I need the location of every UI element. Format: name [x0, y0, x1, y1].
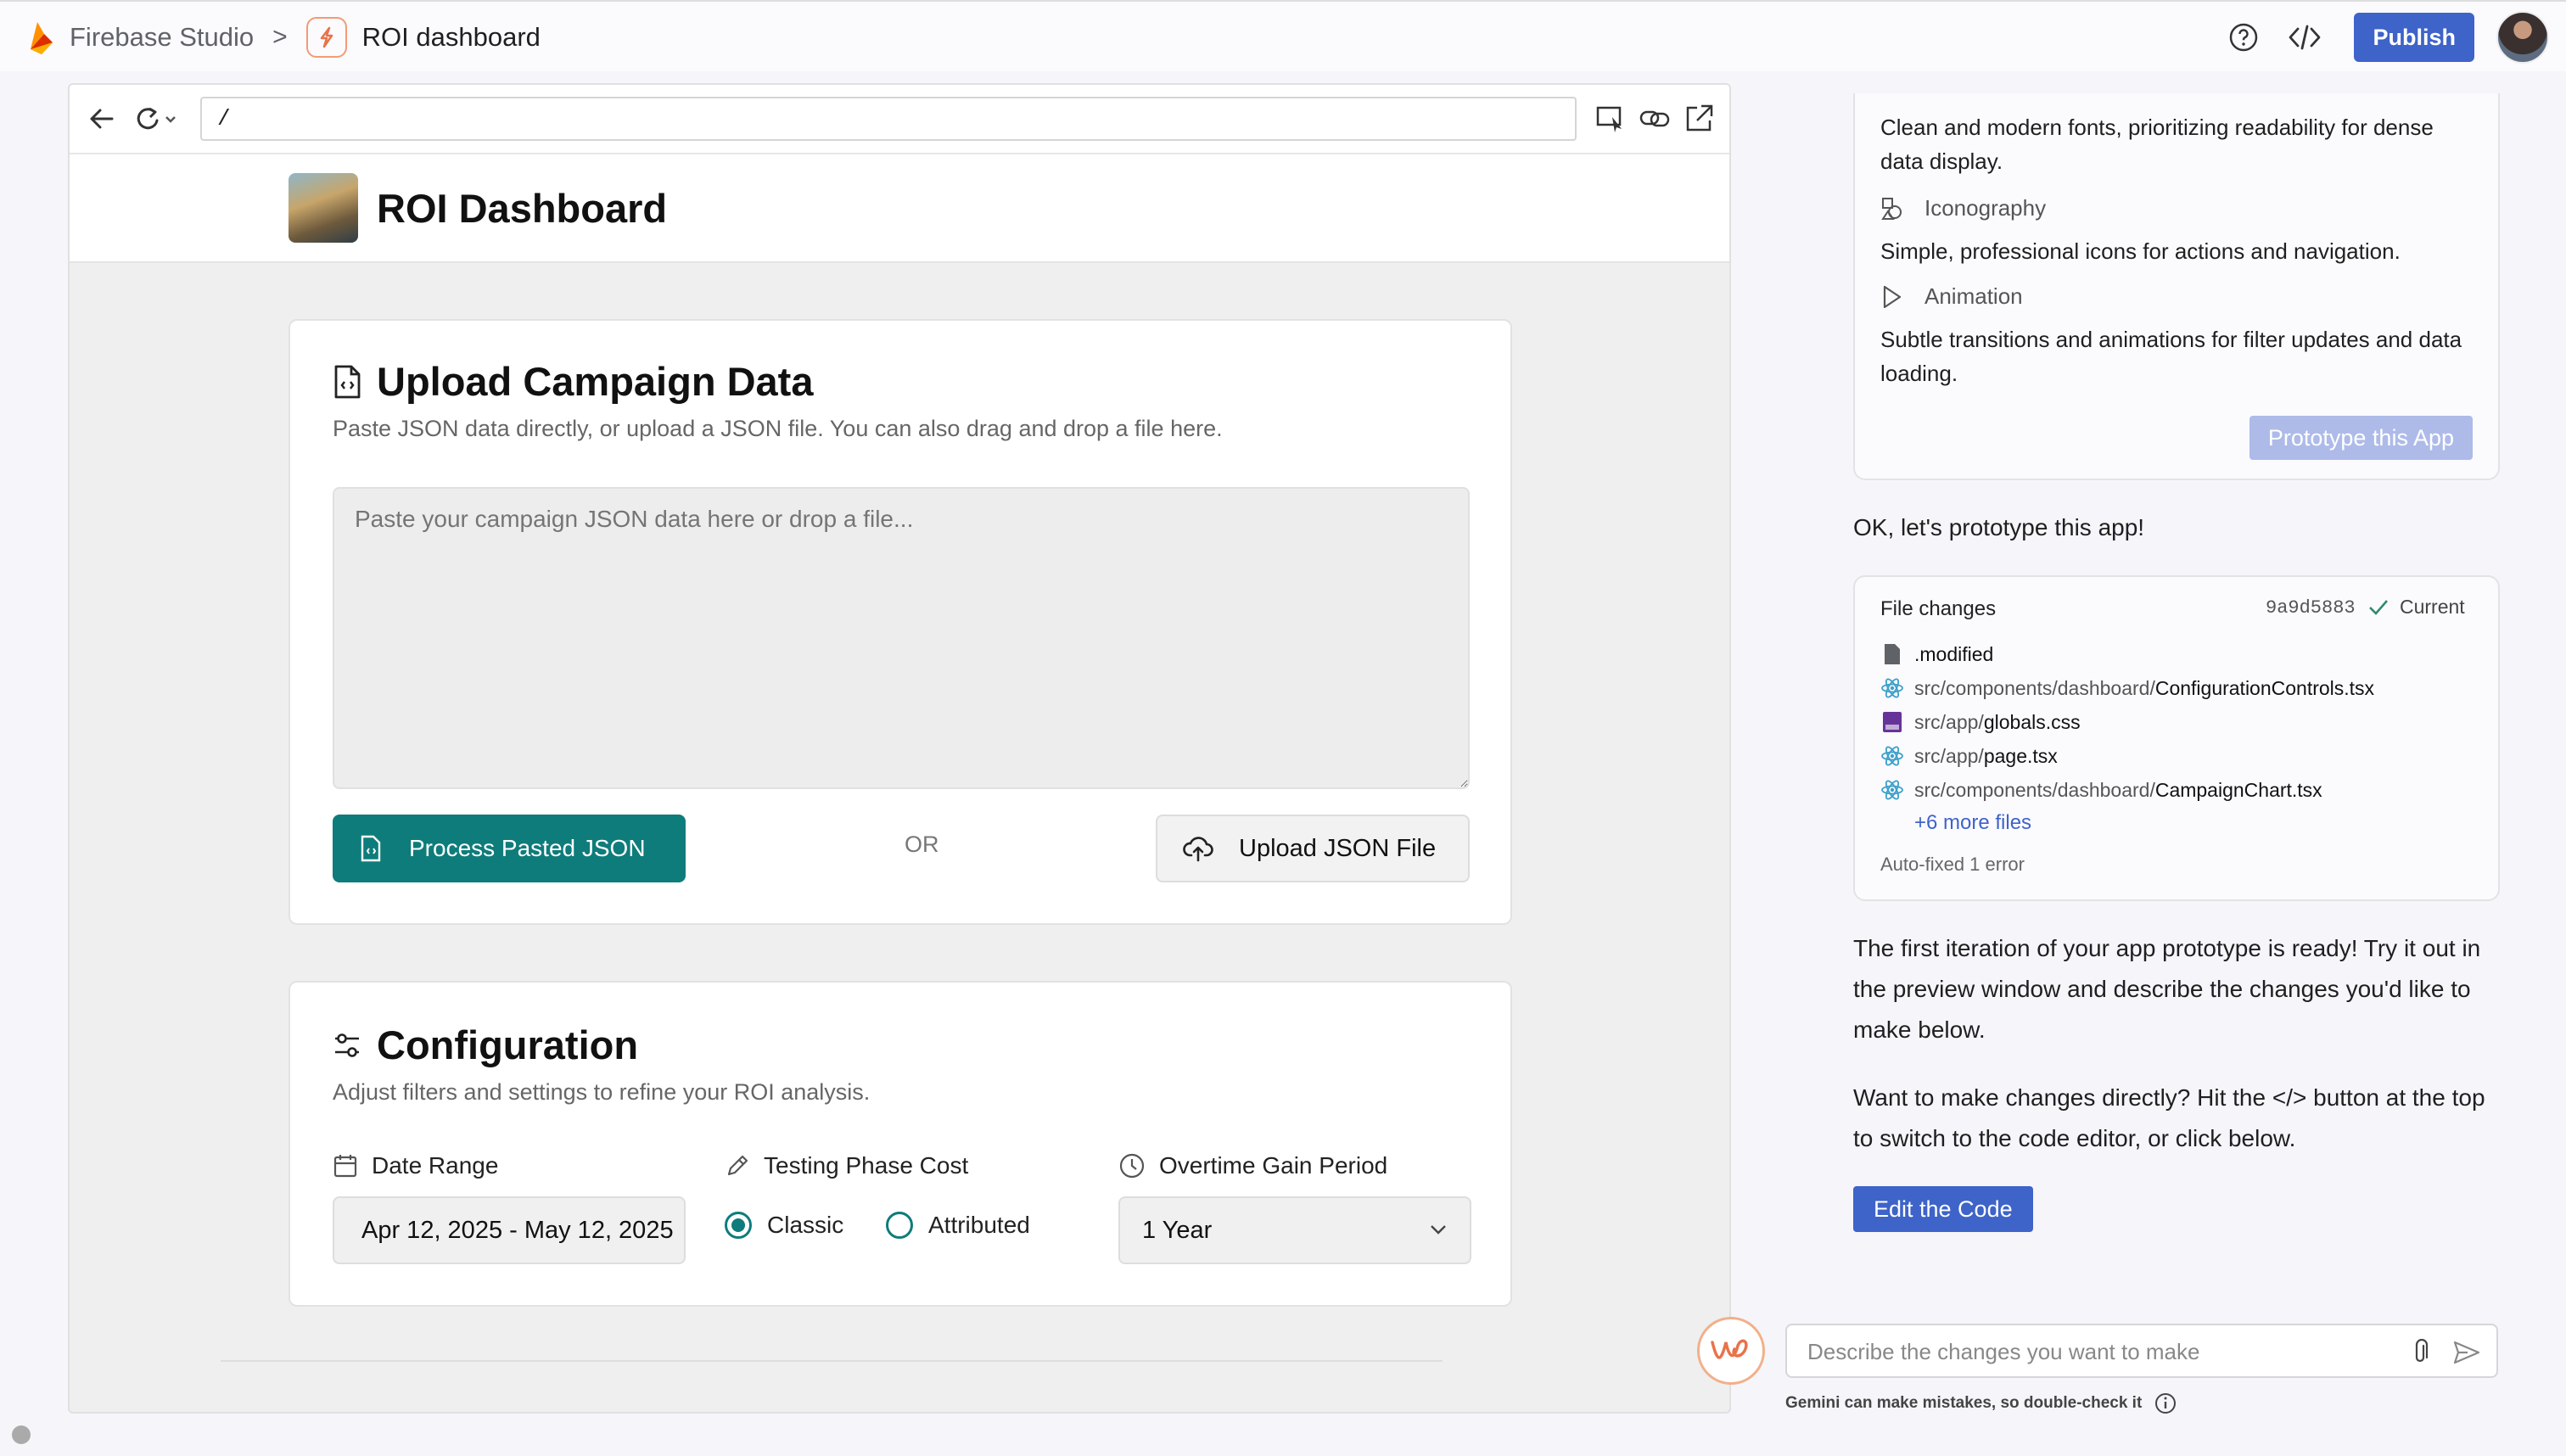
reload-icon[interactable]	[131, 102, 182, 136]
top-bar: Firebase Studio > ROI dashboard Publish	[0, 0, 2566, 71]
code-symbol: </>	[2272, 1084, 2307, 1111]
configuration-card: Configuration Adjust filters and setting…	[289, 981, 1512, 1307]
app-title: ROI Dashboard	[377, 186, 668, 231]
iconography-text: Simple, professional icons for actions a…	[1880, 238, 2401, 264]
code-editor-icon[interactable]	[2279, 12, 2330, 63]
chevron-down-icon	[1431, 1225, 1446, 1235]
project-icon	[305, 17, 347, 58]
upload-card-subtitle: Paste JSON data directly, or upload a JS…	[333, 416, 1223, 441]
url-input[interactable]: /	[200, 97, 1577, 141]
chat-message-ok: OK, let's prototype this app!	[1853, 514, 2145, 540]
react-icon	[1880, 676, 1904, 700]
help-icon[interactable]	[2218, 12, 2269, 63]
play-icon	[1883, 285, 1902, 308]
edit-code-button[interactable]: Edit the Code	[1853, 1186, 2033, 1232]
upload-json-button[interactable]: Upload JSON File	[1156, 815, 1470, 882]
pencil-icon	[727, 1155, 748, 1176]
app-header: ROI Dashboard	[70, 154, 1729, 263]
back-arrow-icon[interactable]	[85, 102, 119, 136]
chat-message-ready: The first iteration of your app prototyp…	[1853, 935, 2481, 1043]
breadcrumb: Firebase Studio > ROI dashboard	[25, 17, 541, 58]
preview-toolbar: /	[70, 85, 1729, 154]
status-indicator	[12, 1425, 31, 1444]
upload-card-title: Upload Campaign Data	[333, 358, 813, 405]
css-icon	[1880, 710, 1904, 734]
file-row[interactable]: src/components/dashboard/ConfigurationCo…	[1880, 674, 2374, 703]
date-range-picker[interactable]: Apr 12, 2025 - May 12, 2025	[333, 1196, 686, 1264]
clock-icon	[1119, 1153, 1145, 1179]
publish-button[interactable]: Publish	[2354, 13, 2474, 62]
commit-status: Current	[2367, 596, 2465, 619]
file-row[interactable]: src/components/dashboard/CampaignChart.t…	[1880, 776, 2322, 804]
iconography-heading: Iconography	[1880, 195, 2046, 221]
radio-classic-dot[interactable]	[725, 1212, 752, 1239]
info-icon[interactable]	[2154, 1392, 2177, 1415]
select-element-icon[interactable]	[1594, 102, 1628, 136]
gemini-avatar-icon	[1697, 1317, 1765, 1385]
json-textarea[interactable]	[333, 487, 1470, 789]
cloud-upload-icon	[1183, 837, 1213, 862]
file-row[interactable]: src/app/page.tsx	[1880, 742, 2058, 770]
react-icon	[1880, 778, 1904, 802]
configuration-card-title: Configuration	[333, 1022, 638, 1068]
app-name[interactable]: Firebase Studio	[70, 22, 254, 53]
attach-icon[interactable]	[2410, 1339, 2430, 1366]
file-row[interactable]: .modified	[1880, 640, 1993, 669]
prototype-app-button[interactable]: Prototype this App	[2249, 416, 2473, 460]
radio-classic[interactable]: Classic	[725, 1212, 843, 1239]
calendar-icon	[333, 1155, 357, 1178]
or-separator: OR	[905, 832, 939, 857]
more-files-link[interactable]: +6 more files	[1914, 811, 2031, 835]
file-row[interactable]: src/app/globals.css	[1880, 708, 2081, 736]
animation-text: Subtle transitions and animations for fi…	[1880, 327, 2462, 386]
open-external-icon[interactable]	[1682, 102, 1716, 136]
preview-panel: / ROI Dashboard Upload Campaign Data Pas…	[68, 83, 1731, 1414]
firebase-logo-icon	[31, 22, 53, 54]
app-logo	[289, 173, 358, 243]
file-code-icon	[334, 365, 361, 398]
check-icon	[2369, 599, 2388, 615]
testing-cost-label: Testing Phase Cost	[725, 1152, 968, 1179]
react-icon	[1880, 744, 1904, 768]
project-name[interactable]: ROI dashboard	[362, 22, 541, 53]
date-range-label: Date Range	[333, 1152, 498, 1179]
animation-heading: Animation	[1880, 283, 2023, 310]
overtime-period-select[interactable]: 1 Year	[1118, 1196, 1471, 1264]
blueprint-card: Clean and modern fonts, prioritizing rea…	[1853, 93, 2500, 480]
link-icon[interactable]	[1638, 102, 1672, 136]
divider	[221, 1360, 1443, 1362]
configuration-card-subtitle: Adjust filters and settings to refine yo…	[333, 1079, 871, 1105]
avatar[interactable]	[2496, 11, 2549, 64]
upload-card: Upload Campaign Data Paste JSON data dir…	[289, 319, 1512, 925]
file-code-icon	[361, 835, 381, 862]
breadcrumb-separator: >	[272, 23, 288, 51]
file-icon	[1880, 642, 1904, 666]
radio-attributed[interactable]: Attributed	[886, 1212, 1030, 1239]
sliders-icon	[335, 1033, 359, 1057]
file-changes-card: File changes 9a9d5883 Current .modified …	[1853, 575, 2500, 901]
chat-message-code: Want to make changes directly? Hit the <…	[1853, 1084, 2485, 1151]
typography-text: Clean and modern fonts, prioritizing rea…	[1880, 115, 2434, 174]
chat-input[interactable]: Describe the changes you want to make	[1785, 1324, 2498, 1378]
send-icon[interactable]	[2452, 1339, 2481, 1366]
commit-hash[interactable]: 9a9d5883	[2266, 597, 2356, 619]
auto-fixed-note: Auto-fixed 1 error	[1880, 854, 2025, 875]
process-json-button[interactable]: Process Pasted JSON	[333, 815, 686, 882]
shapes-icon	[1881, 197, 1902, 220]
disclaimer: Gemini can make mistakes, so double-chec…	[1785, 1392, 2177, 1415]
radio-attributed-dot[interactable]	[886, 1212, 913, 1239]
file-changes-title: File changes	[1880, 597, 1997, 620]
overtime-label: Overtime Gain Period	[1118, 1152, 1387, 1179]
